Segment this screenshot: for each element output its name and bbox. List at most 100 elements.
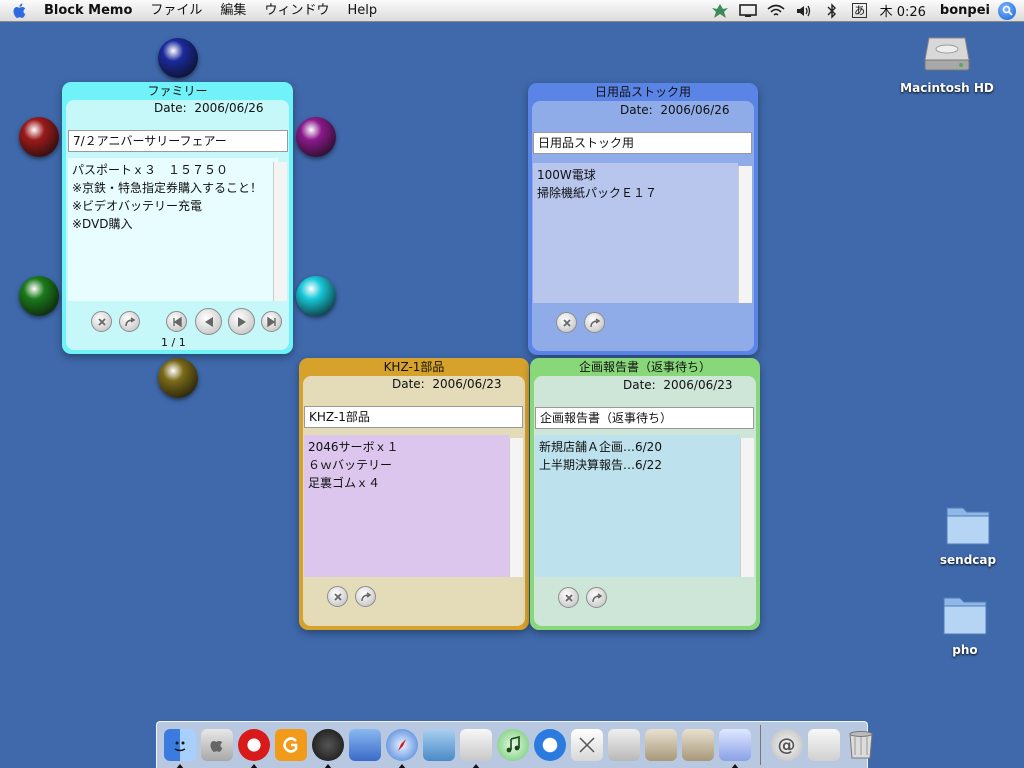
orb-right-lower[interactable] — [296, 276, 336, 316]
play-icon — [237, 316, 246, 327]
leaf-icon[interactable] — [706, 0, 734, 22]
menu-help[interactable]: Help — [338, 0, 386, 22]
display-icon[interactable] — [734, 0, 762, 22]
share-button[interactable] — [586, 587, 607, 608]
wifi-icon[interactable] — [762, 0, 790, 22]
menu-app-name[interactable]: Block Memo — [40, 0, 141, 22]
menu-clock[interactable]: 木 0:26 — [874, 1, 932, 20]
delete-button[interactable] — [556, 312, 577, 333]
desktop-icon-macintosh-hd[interactable]: Macintosh HD — [900, 30, 994, 95]
first-page-button[interactable] — [166, 311, 187, 332]
arrow-curve-icon — [360, 591, 371, 601]
skip-forward-icon — [266, 316, 276, 327]
play-back-icon — [204, 316, 213, 327]
orb-right-upper[interactable] — [296, 117, 336, 157]
desktop-icon-sendcap[interactable]: sendcap — [928, 500, 1008, 567]
skip-back-icon — [172, 316, 182, 327]
running-indicator — [175, 764, 184, 768]
desktop-icon-label: pho — [952, 643, 978, 657]
memo-body-text[interactable]: 100W電球 掃除機紙パックＥ１７ — [533, 163, 738, 303]
prev-page-button[interactable] — [195, 308, 222, 335]
memo-body-text[interactable]: 新規店舗Ａ企画…6/20 上半期決算報告…6/22 — [535, 435, 740, 577]
memo-scrollbar[interactable] — [509, 438, 523, 577]
apps-folder-icon[interactable] — [681, 729, 714, 761]
desktop-icon-pho[interactable]: pho — [928, 590, 1002, 657]
next-page-button[interactable] — [228, 308, 255, 335]
share-button[interactable] — [584, 312, 605, 333]
volume-icon[interactable] — [790, 0, 818, 22]
memo-title[interactable]: 日用品ストック用 — [528, 83, 758, 101]
memo-title[interactable]: 企画報告書（返事待ち） — [530, 358, 760, 376]
close-x-icon — [562, 318, 571, 327]
share-button[interactable] — [355, 586, 376, 607]
memo-scrollbar[interactable] — [273, 162, 287, 301]
memo-subject-field[interactable]: 企画報告書（返事待ち） — [535, 407, 754, 429]
apple-menu-icon[interactable] — [0, 0, 40, 22]
dock-separator — [760, 725, 761, 765]
memo-subject-field[interactable]: 日用品ストック用 — [533, 132, 752, 154]
delete-button[interactable] — [558, 587, 579, 608]
itunes-icon[interactable] — [496, 729, 529, 761]
arrow-curve-icon — [589, 317, 600, 327]
last-page-button[interactable] — [261, 311, 282, 332]
mail-at-icon[interactable]: @ — [770, 729, 803, 761]
dashboard-icon[interactable] — [311, 729, 344, 768]
close-x-icon — [97, 317, 106, 326]
home-folder-icon[interactable] — [644, 729, 677, 761]
menu-edit[interactable]: 編集 — [211, 0, 255, 22]
photo-icon[interactable] — [807, 729, 840, 761]
running-indicator — [249, 764, 258, 768]
orb-left-lower[interactable] — [19, 276, 59, 316]
orb-top[interactable] — [158, 38, 198, 78]
arrow-curve-icon — [591, 592, 602, 602]
delete-button[interactable] — [91, 311, 112, 332]
script-editor-icon[interactable] — [607, 729, 640, 761]
safari-icon[interactable] — [385, 729, 418, 768]
menu-file[interactable]: ファイル — [141, 0, 211, 22]
memo-date: Date: 2006/06/26 — [620, 103, 730, 117]
memo-subject-field[interactable]: 7/２アニバーサリーフェアー — [68, 130, 288, 152]
menu-bar: Block Memo ファイル 編集 ウィンドウ Help あ 木 0:26 b… — [0, 0, 1024, 22]
memo-title[interactable]: KHZ-1部品 — [299, 358, 529, 376]
desktop-icon-label: Macintosh HD — [900, 81, 994, 95]
bluetooth-icon[interactable] — [818, 0, 846, 22]
memo-window-daily-stock[interactable]: 日用品ストック用 Date: 2006/06/26 日用品ストック用 100W電… — [528, 83, 758, 355]
input-method-icon[interactable]: あ — [846, 0, 874, 22]
delete-button[interactable] — [327, 586, 348, 607]
orb-bottom[interactable] — [158, 358, 198, 398]
quicktime-icon[interactable] — [533, 729, 566, 761]
textedit-icon[interactable] — [459, 729, 492, 768]
memo-window-planning-report[interactable]: 企画報告書（返事待ち） Date: 2006/06/23 企画報告書（返事待ち）… — [530, 358, 760, 630]
memo-body-text[interactable]: 2046サーボｘ１ ６ｗバッテリー 足裏ゴムｘ４ — [304, 435, 509, 577]
memo-date: Date: 2006/06/23 — [623, 378, 733, 392]
finder-icon[interactable] — [163, 729, 196, 768]
opera-icon[interactable] — [237, 729, 270, 768]
memo-subject-field[interactable]: KHZ-1部品 — [304, 406, 523, 428]
memo-date: Date: 2006/06/26 — [154, 101, 264, 115]
memo-scrollbar[interactable] — [738, 166, 752, 303]
page-indicator: 1 / 1 — [161, 336, 186, 349]
share-button[interactable] — [119, 311, 140, 332]
spotlight-icon[interactable] — [998, 1, 1016, 20]
menu-extras: あ 木 0:26 bonpei — [706, 0, 1024, 22]
running-indicator — [323, 764, 332, 768]
preview-icon[interactable] — [422, 729, 455, 761]
memo-date: Date: 2006/06/23 — [392, 377, 502, 391]
memo-scrollbar[interactable] — [740, 438, 754, 577]
sendcap-icon[interactable] — [718, 729, 751, 768]
close-x-icon — [333, 592, 342, 601]
memo-title[interactable]: ファミリー — [62, 82, 293, 100]
orb-left-upper[interactable] — [19, 117, 59, 157]
memo-window-family[interactable]: ファミリー Date: 2006/06/26 7/２アニバーサリーフェアー パス… — [62, 82, 293, 354]
block-memo-icon[interactable] — [570, 729, 603, 761]
system-prefs-icon[interactable] — [200, 729, 233, 761]
menu-user[interactable]: bonpei — [932, 3, 998, 18]
mail-icon[interactable] — [348, 729, 381, 761]
g-app-icon[interactable] — [274, 729, 307, 761]
running-indicator — [397, 764, 406, 768]
dock: @ — [156, 721, 873, 768]
menu-window[interactable]: ウィンドウ — [255, 0, 338, 22]
trash-icon[interactable] — [845, 729, 877, 761]
memo-window-khz-parts[interactable]: KHZ-1部品 Date: 2006/06/23 KHZ-1部品 2046サーボ… — [299, 358, 529, 630]
memo-body-text[interactable]: パスポートｘ３ １５７５０ ※京鉄・特急指定券購入すること！ ※ビデオバッテリー… — [68, 158, 278, 301]
